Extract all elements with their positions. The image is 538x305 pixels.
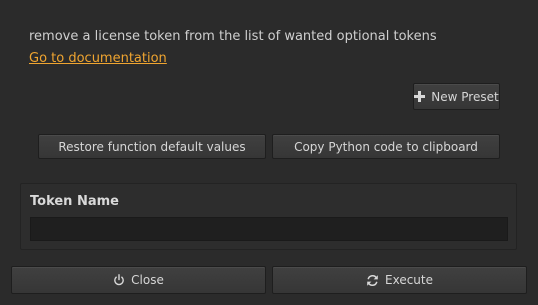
plus-icon xyxy=(414,91,426,102)
power-icon xyxy=(113,274,125,286)
token-name-panel: Token Name xyxy=(20,183,517,250)
execute-button[interactable]: Execute xyxy=(272,266,527,294)
new-preset-label: New Preset xyxy=(431,89,499,104)
documentation-link[interactable]: Go to documentation xyxy=(29,51,167,66)
function-description: remove a license token from the list of … xyxy=(29,29,437,44)
token-name-label: Token Name xyxy=(30,194,119,209)
execute-label: Execute xyxy=(385,273,433,287)
close-label: Close xyxy=(131,273,164,287)
new-preset-button[interactable]: New Preset xyxy=(413,83,500,110)
close-button[interactable]: Close xyxy=(11,266,266,294)
restore-defaults-label: Restore function default values xyxy=(58,139,246,154)
token-name-input[interactable] xyxy=(30,217,508,241)
restore-defaults-button[interactable]: Restore function default values xyxy=(38,134,266,159)
copy-python-label: Copy Python code to clipboard xyxy=(294,139,478,154)
refresh-icon xyxy=(366,274,379,287)
copy-python-button[interactable]: Copy Python code to clipboard xyxy=(272,134,500,159)
